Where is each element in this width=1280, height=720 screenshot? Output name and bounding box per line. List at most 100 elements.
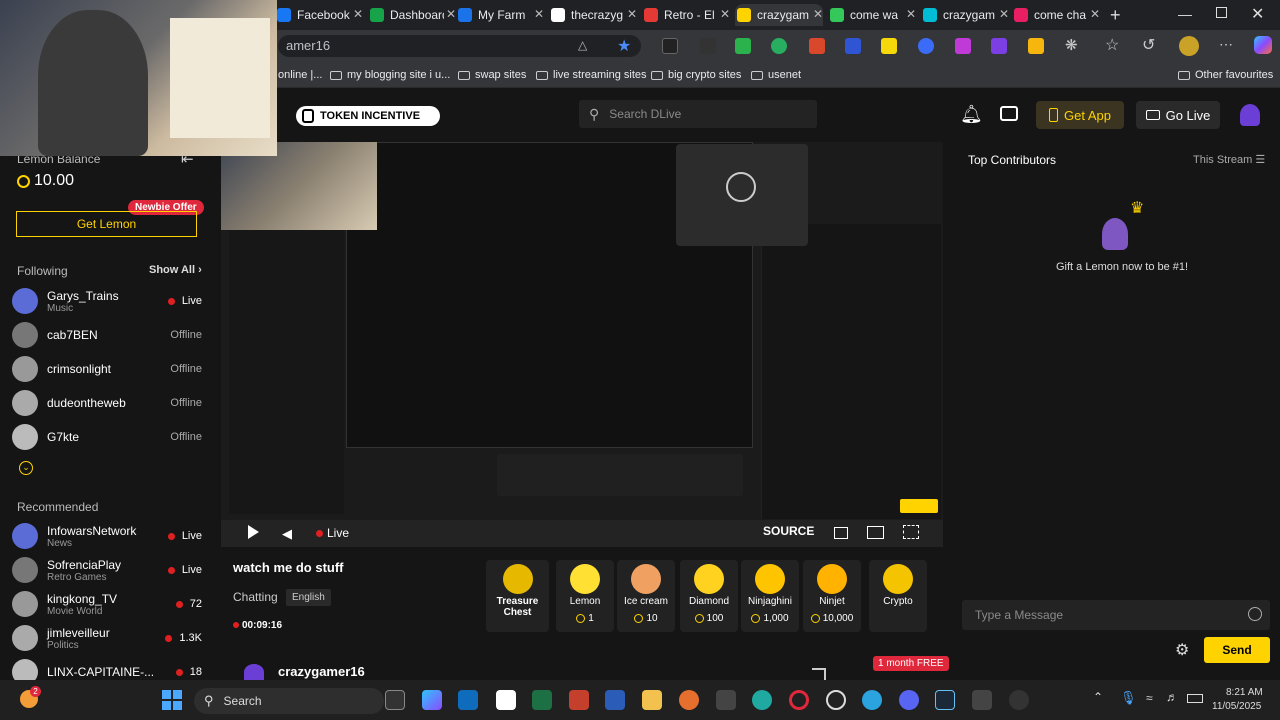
close-tab-icon[interactable]: ✕ bbox=[720, 7, 730, 21]
gift-item[interactable]: Diamond 100 bbox=[680, 560, 738, 632]
discord-icon[interactable] bbox=[899, 690, 919, 710]
more-menu-icon[interactable]: ⋯ bbox=[1219, 36, 1233, 53]
quality-button[interactable]: SOURCE bbox=[763, 524, 814, 538]
history-icon[interactable]: ↺ bbox=[1142, 35, 1155, 55]
chat-toggle-icon[interactable] bbox=[834, 527, 848, 539]
send-button[interactable]: Send bbox=[1204, 637, 1270, 663]
chat-input[interactable]: Type a Message bbox=[962, 600, 1270, 630]
extension-icon[interactable] bbox=[662, 38, 678, 54]
wifi-icon[interactable]: ≈ bbox=[1146, 691, 1153, 705]
store-icon[interactable] bbox=[716, 690, 736, 710]
site-logo[interactable]: TOKEN INCENTIVE bbox=[296, 106, 440, 126]
go-live-button[interactable]: Go Live bbox=[1136, 101, 1220, 129]
emoji-icon[interactable] bbox=[1248, 607, 1262, 621]
browser-tab[interactable]: Dashboard ✕ bbox=[368, 4, 456, 26]
extension-icon[interactable] bbox=[991, 38, 1007, 54]
gift-item[interactable]: Ice cream 10 bbox=[617, 560, 675, 632]
outlook-icon[interactable] bbox=[458, 690, 478, 710]
bell-icon[interactable]: △ bbox=[578, 38, 587, 52]
messages-icon[interactable] bbox=[1000, 106, 1018, 121]
firefox-icon[interactable] bbox=[679, 690, 699, 710]
channel-row[interactable]: crimsonlight Offline bbox=[12, 354, 202, 384]
channel-row[interactable]: jimleveilleur Politics 1.3K bbox=[12, 623, 202, 653]
close-tab-icon[interactable]: ✕ bbox=[1090, 7, 1100, 21]
close-tab-icon[interactable]: ✕ bbox=[906, 7, 916, 21]
extension-icon[interactable] bbox=[700, 38, 716, 54]
battery-icon[interactable] bbox=[1187, 694, 1203, 703]
notifications-bell-icon[interactable]: 🔔︎ bbox=[960, 104, 983, 125]
bookmark-folder[interactable]: live streaming sites bbox=[536, 69, 647, 81]
browser-tab[interactable]: come cha ✕ bbox=[1012, 4, 1100, 26]
opera-icon[interactable] bbox=[789, 690, 809, 710]
task-view-icon[interactable] bbox=[385, 690, 405, 710]
channel-row[interactable]: InfowarsNetwork News Live bbox=[12, 521, 202, 551]
close-tab-icon[interactable]: ✕ bbox=[813, 7, 823, 21]
extension-icon[interactable] bbox=[918, 38, 934, 54]
volume-tray-icon[interactable]: ♬ bbox=[1166, 690, 1178, 704]
layers-icon[interactable] bbox=[972, 690, 992, 710]
channel-row[interactable]: SofrenciaPlay Retro Games Live bbox=[12, 555, 202, 585]
copilot-taskbar-icon[interactable] bbox=[422, 690, 442, 710]
gift-item[interactable]: Ninjet 10,000 bbox=[803, 560, 861, 632]
bookmark-item[interactable]: online |... bbox=[278, 69, 322, 81]
expand-icon[interactable] bbox=[812, 668, 826, 680]
extension-icon[interactable] bbox=[845, 38, 861, 54]
volume-icon[interactable]: ◀ bbox=[282, 526, 292, 542]
browser-tab[interactable]: Facebook ✕ bbox=[275, 4, 363, 26]
other-favourites-folder[interactable]: Other favourites bbox=[1178, 69, 1273, 81]
theater-mode-icon[interactable] bbox=[867, 526, 884, 539]
browser-tab[interactable]: thecrazyg ✕ bbox=[549, 4, 637, 26]
channel-row[interactable]: Garys_Trains Music Live bbox=[12, 286, 202, 316]
maximize-icon[interactable] bbox=[1216, 7, 1227, 18]
gift-item[interactable]: Treasure Chest bbox=[486, 560, 549, 632]
chat-settings-icon[interactable]: ⚙ bbox=[1175, 640, 1189, 660]
channel-row[interactable]: kingkong_TV Movie World 72 bbox=[12, 589, 202, 619]
play-icon[interactable] bbox=[248, 525, 259, 539]
streamer-name[interactable]: crazygamer16 bbox=[278, 664, 365, 679]
channel-row[interactable]: cab7BEN Offline bbox=[12, 320, 202, 350]
start-windows-icon[interactable] bbox=[162, 690, 182, 710]
extension-icon[interactable] bbox=[881, 38, 897, 54]
clock-date[interactable]: 11/05/2025 bbox=[1212, 701, 1261, 712]
gift-item[interactable]: Ninjaghini 1,000 bbox=[741, 560, 799, 632]
month-free-badge[interactable]: 1 month FREE bbox=[873, 656, 949, 671]
extension-icon[interactable] bbox=[1028, 38, 1044, 54]
fullscreen-icon[interactable] bbox=[903, 525, 919, 539]
bookmark-folder[interactable]: usenet bbox=[751, 69, 801, 81]
extension-icon[interactable] bbox=[735, 38, 751, 54]
gift-item[interactable]: Lemon 1 bbox=[556, 560, 614, 632]
clock-time[interactable]: 8:21 AM bbox=[1226, 687, 1263, 698]
close-window-icon[interactable]: ✕ bbox=[1251, 4, 1264, 24]
close-tab-icon[interactable]: ✕ bbox=[353, 7, 363, 21]
copilot-icon[interactable] bbox=[1254, 36, 1272, 54]
get-lemon-button[interactable]: Get Lemon bbox=[16, 211, 197, 237]
excel-icon[interactable] bbox=[532, 690, 552, 710]
extension-icon[interactable] bbox=[809, 38, 825, 54]
this-stream-selector[interactable]: This Stream ☰ bbox=[1193, 153, 1265, 166]
notion-icon[interactable] bbox=[496, 690, 516, 710]
word-icon[interactable] bbox=[605, 690, 625, 710]
video-player[interactable] bbox=[221, 142, 943, 547]
minimize-icon[interactable]: — bbox=[1178, 6, 1192, 22]
app-icon[interactable] bbox=[1009, 690, 1029, 710]
powerpoint-icon[interactable] bbox=[569, 690, 589, 710]
search-box[interactable]: ⚲ Search DLive bbox=[579, 100, 817, 128]
show-all-link[interactable]: Show All › bbox=[149, 264, 202, 276]
channel-row[interactable]: dudeontheweb Offline bbox=[12, 388, 202, 418]
channel-row[interactable]: G7kte Offline bbox=[12, 422, 202, 452]
microphone-icon[interactable]: 🎙︎ bbox=[1120, 690, 1137, 706]
expand-following-icon[interactable]: ⌄ bbox=[19, 461, 33, 475]
close-tab-icon[interactable]: ✕ bbox=[627, 7, 637, 21]
browser-tab[interactable]: My Farm ✕ bbox=[456, 4, 544, 26]
close-tab-icon[interactable]: ✕ bbox=[446, 7, 456, 21]
get-app-button[interactable]: Get App bbox=[1036, 101, 1124, 129]
profile-avatar[interactable] bbox=[1179, 36, 1199, 56]
edge-icon[interactable] bbox=[752, 690, 772, 710]
gift-item[interactable]: Crypto bbox=[869, 560, 927, 632]
extensions-puzzle-icon[interactable]: ❋ bbox=[1065, 36, 1078, 54]
browser-tab[interactable]: Retro - El ✕ bbox=[642, 4, 730, 26]
user-avatar[interactable] bbox=[1240, 104, 1260, 126]
browser-tab[interactable]: crazygam ✕ bbox=[921, 4, 1009, 26]
bookmark-star-icon[interactable]: ★ bbox=[617, 36, 631, 56]
new-tab-button[interactable]: + bbox=[1110, 5, 1121, 26]
